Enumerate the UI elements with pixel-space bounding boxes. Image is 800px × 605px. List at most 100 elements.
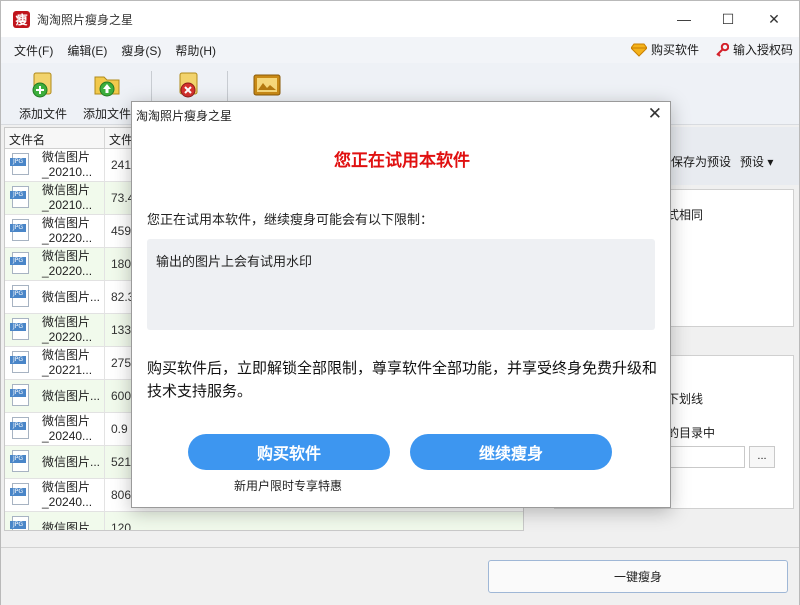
remove-file-icon [179,72,198,98]
file-name-line: 微信图片 [42,183,91,197]
file-name-cell: JPG 微信图片 _20221... [5,347,105,379]
trial-lead-text: 您正在试用本软件，继续瘦身可能会有以下限制： [147,212,434,227]
file-name-line: 微信图片 [42,150,91,164]
browse-button[interactable]: ... [749,446,775,468]
file-type-tag: JPG [10,389,26,397]
menu-slim[interactable]: 瘦身(S) [114,42,168,59]
enter-license-link[interactable]: 输入授权码 [715,41,793,58]
file-name-line: 微信图片 [42,216,91,230]
purchase-benefits-text: 购买软件后，立即解锁全部限制，尊享软件全部功能，并享受终身免费升级和技术支持服务… [147,360,658,400]
file-name-text: 微信图片 _20221... [42,348,92,378]
file-name-cell: JPG 微信图片 _20210... [5,149,105,181]
buy-software-link[interactable]: 购买软件 [630,41,699,58]
preview-button[interactable] [251,71,283,105]
file-name-cell: JPG 微信图片 _20210... [5,182,105,214]
file-name-line: 微信图片 [42,315,91,329]
preset-label: 预设 [740,155,765,169]
file-name-line: 微信图片... [42,454,101,469]
file-name-text: 微信图片 [42,521,90,531]
file-name-line: 微信图片 [42,249,91,263]
table-row[interactable]: JPG 微信图片 120 KB [5,512,523,531]
picture-icon [253,74,281,96]
file-type-tag: JPG [10,224,26,232]
file-name-text: 微信图片 _20220... [42,315,92,345]
file-type-tag: JPG [10,290,26,298]
add-folder-button[interactable]: 添加文件 [81,71,133,122]
dialog-close-button[interactable]: ✕ [648,104,662,124]
output-directory-input[interactable] [667,446,745,468]
jpg-file-icon: JPG [10,449,32,475]
underline-text: 下划线 [667,392,704,406]
file-name-cell: JPG 微信图片 [5,512,105,531]
file-name-line: 微信图片 [42,348,91,362]
add-file-icon [32,72,52,98]
preset-dropdown[interactable]: 预设 ▾ [740,153,773,170]
buy-software-button[interactable]: 购买软件 [188,434,390,470]
jpg-file-icon: JPG [10,383,32,409]
file-name-text: 微信图片 _20220... [42,249,92,279]
file-name-text: 微信图片 _20240... [42,414,92,444]
jpg-file-icon: JPG [10,284,32,310]
file-name-text: 微信图片 _20210... [42,150,92,180]
maximize-button[interactable]: ☐ [705,1,751,37]
menu-help[interactable]: 帮助(H) [168,42,223,59]
file-name-line: 微信图片 [42,414,91,428]
menu-file[interactable]: 文件(F) [7,42,60,59]
file-type-tag: JPG [10,356,26,364]
file-name-text: 微信图片 _20220... [42,216,92,246]
file-name-cell: JPG 微信图片... [5,281,105,313]
file-name-line: _20221... [42,363,93,377]
file-type-tag: JPG [10,257,26,265]
file-name-cell: JPG 微信图片 _20220... [5,215,105,247]
file-name-line: 微信图片 [42,480,91,494]
file-name-text: 微信图片... [42,290,100,305]
window-title: 淘淘照片瘦身之星 [37,13,134,27]
remove-file-button[interactable] [173,71,205,105]
add-file-button[interactable]: 添加文件 [17,71,69,122]
file-type-tag: JPG [10,422,26,430]
key-icon [716,42,729,57]
file-name-cell: JPG 微信图片 _20240... [5,413,105,445]
minimize-button[interactable]: — [661,1,707,37]
bottom-bar: 一键瘦身 [1,547,799,605]
title-bar: 瘦 淘淘照片瘦身之星 — ☐ ✕ [1,1,799,37]
jpg-file-icon: JPG [10,152,32,178]
continue-slim-button[interactable]: 继续瘦身 [410,434,612,470]
file-name-cell: JPG 微信图片... [5,380,105,412]
file-name-line: _20220... [42,231,93,245]
app-logo-icon: 瘦 [13,11,30,28]
jpg-file-icon: JPG [10,251,32,277]
file-type-tag: JPG [10,191,26,199]
jpg-file-icon: JPG [10,482,32,508]
limitation-text: 输出的图片上会有试用水印 [156,254,313,269]
directory-text: 的目录中 [667,426,716,440]
new-user-offer-text: 新用户限时专享特惠 [233,479,342,493]
dialog-title: 淘淘照片瘦身之星 [136,109,233,123]
file-name-text: 微信图片... [42,455,100,470]
save-preset-button[interactable]: 保存为预设 [671,153,731,170]
menu-bar: 文件(F) 编辑(E) 瘦身(S) 帮助(H) 购买软件 输入授权码 [1,37,799,63]
file-name-line: 微信图片... [42,388,101,403]
buy-software-label: 购买软件 [650,43,699,57]
file-name-line: _20210... [42,198,93,212]
add-file-label: 添加文件 [18,107,67,121]
column-header-filename[interactable]: 文件名 [5,128,105,148]
trial-heading: 您正在试用本软件 [334,151,470,170]
menu-edit[interactable]: 编辑(E) [60,42,114,59]
close-button[interactable]: ✕ [751,1,797,37]
file-type-tag: JPG [10,323,26,331]
file-name-cell: JPG 微信图片 _20220... [5,248,105,280]
jpg-file-icon: JPG [10,350,32,376]
file-name-line: 微信图片... [42,289,101,304]
file-type-tag: JPG [10,521,26,529]
add-folder-icon [94,76,120,97]
file-name-line: _20240... [42,495,93,509]
add-folder-label: 添加文件 [82,107,131,121]
file-type-tag: JPG [10,488,26,496]
jpg-file-icon: JPG [10,185,32,211]
file-name-line: _20240... [42,429,93,443]
file-name-cell: JPG 微信图片... [5,446,105,478]
one-click-slim-button[interactable]: 一键瘦身 [488,560,788,593]
file-name-line: _20210... [42,165,93,179]
same-format-text: 式相同 [667,208,704,222]
